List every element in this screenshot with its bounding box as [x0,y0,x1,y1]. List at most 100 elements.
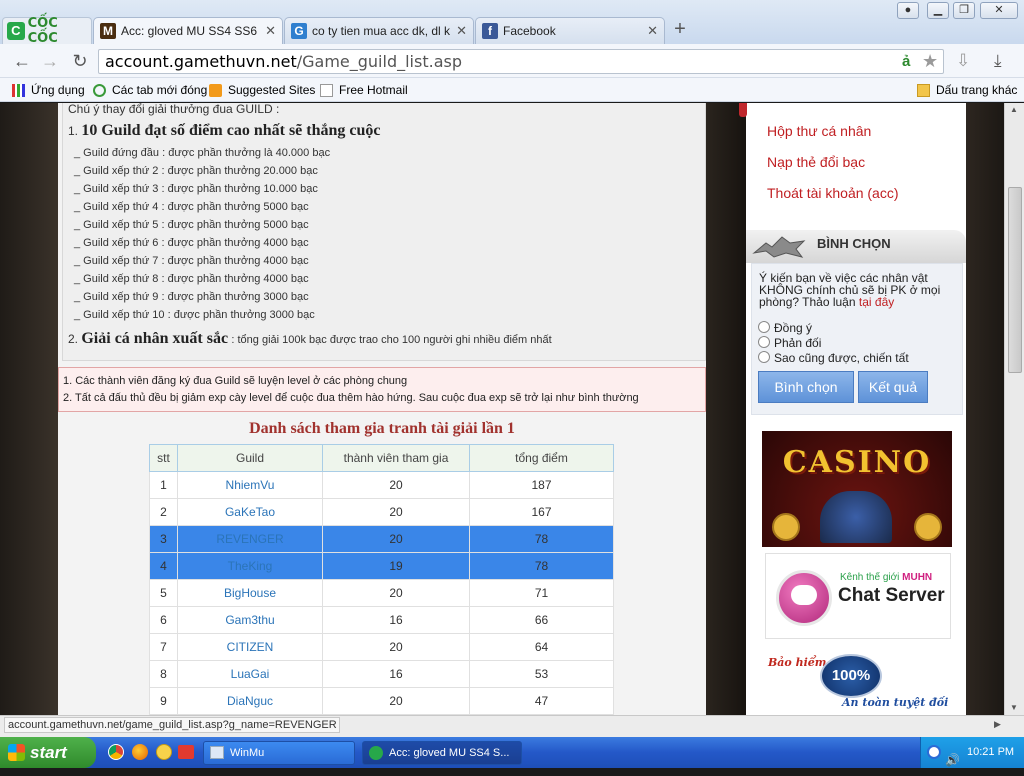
row-members: 16 [322,660,470,688]
scrollbar-thumb[interactable] [1008,187,1022,373]
right-background-gap [706,103,746,715]
volume-icon[interactable]: 🔊 [945,745,960,776]
status-url: account.gamethuvn.net/game_guild_list.as… [4,717,340,733]
vote-title: BÌNH CHỌN [817,236,891,251]
task-browser[interactable]: Acc: gloved MU SS4 S... [362,741,522,765]
radio-whatever[interactable] [758,351,770,363]
casino-banner[interactable]: CASINO [762,431,952,547]
coccoc-dictionary-icon[interactable]: ả [902,53,910,70]
new-tab-button[interactable]: + [669,19,691,41]
clock[interactable]: 10:21 PM [967,746,1014,758]
row-score: 53 [469,660,614,688]
bookmark-free-hotmail[interactable]: Free Hotmail [320,82,408,98]
row-stt: 8 [149,660,178,688]
chat-bubble-shape [791,585,817,605]
row-members: 20 [322,498,470,526]
row-guild-link[interactable]: Gam3thu [177,606,323,634]
row-score: 47 [469,687,614,715]
system-tray: 🔊 10:21 PM [920,737,1024,768]
bookmark-star-icon[interactable]: ★ [922,51,938,72]
table-row: 2 GaKeTao 20 167 [149,498,614,526]
insurance-banner[interactable]: Bảo hiểm độ 100% An toàn tuyệt đối [762,648,952,715]
row-score: 64 [469,633,614,661]
vertical-scrollbar[interactable]: ▲ ▼ [1004,103,1024,715]
tray-expand-icon[interactable] [927,745,941,759]
result-button[interactable]: Kết quả [858,371,928,403]
rule-number: 1. [68,124,79,138]
chat-bubble-icon [776,570,832,626]
save-page-icon[interactable]: ⇩ [956,51,970,71]
option-label: Đồng ý [774,321,813,335]
close-tab-icon[interactable]: ✕ [265,23,276,39]
download-icon[interactable]: ⤓ [994,51,1002,71]
firefox-quicklaunch-icon[interactable] [132,744,148,760]
task-label: Acc: gloved MU SS4 S... [389,747,510,759]
link-topup[interactable]: Nạp thẻ đổi bạc [767,154,865,170]
hscroll-right-icon[interactable]: ▶ [994,719,1001,730]
link-inbox[interactable]: Hộp thư cá nhân [767,123,871,139]
close-tab-icon[interactable]: ✕ [647,23,658,39]
link-logout[interactable]: Thoát tài khoản (acc) [767,185,899,201]
scroll-down-icon[interactable]: ▼ [1010,703,1018,712]
coccoc-logo-icon: C [7,22,25,40]
forward-arrow-icon[interactable]: → [38,50,62,72]
row-stt: 4 [149,552,178,580]
bookmark-label: Free Hotmail [339,83,408,97]
row-stt: 3 [149,525,178,553]
window-icon [210,746,224,759]
table-row: 3 REVENGER 20 78 [149,525,614,553]
chat-title: Chat Server [838,585,945,606]
row-guild-link[interactable]: TheKing [177,552,323,580]
tab-acc-gloved[interactable]: M Acc: gloved MU SS4 SS6 SS8 ✕ [93,17,283,44]
row-guild-link[interactable]: REVENGER [177,525,323,553]
row-guild-link[interactable]: DiaNguc [177,687,323,715]
start-button[interactable]: start [0,737,96,768]
radio-agree[interactable] [758,321,770,333]
scroll-up-icon[interactable]: ▲ [1010,105,1018,114]
reload-icon[interactable]: ↻ [68,50,92,72]
bookmark-suggested-sites[interactable]: Suggested Sites [209,82,315,98]
radio-disagree[interactable] [758,336,770,348]
close-window-icon[interactable]: ✕ [980,2,1018,19]
maximize-icon[interactable]: ❐ [953,2,975,19]
minimize-icon[interactable]: ▁ [927,2,949,19]
rule-title: 10 Guild đạt số điểm cao nhất sẽ thắng c… [81,122,381,139]
row-guild-link[interactable]: GaKeTao [177,498,323,526]
browser-logo[interactable]: C CỐC CỐC [2,16,92,46]
guild-table: stt Guild thành viên tham gia tổng điểm … [149,444,614,715]
row-guild-link[interactable]: BigHouse [177,579,323,607]
prize-line: _ Guild xếp thứ 4 : được phần thưởng 500… [74,201,309,213]
table-row: 4 TheKing 19 78 [149,552,614,580]
suggested-sites-icon [209,83,222,97]
vote-button[interactable]: Bình chọn [758,371,854,403]
bookmark-apps[interactable]: Ứng dụng [12,82,85,98]
vote-discuss-link[interactable]: tại đây [859,295,894,309]
bookmark-label: Dấu trang khác [936,83,1018,97]
casino-title: CASINO [782,445,932,480]
chrome-quicklaunch-icon[interactable] [108,744,124,760]
row-guild-link[interactable]: NhiemVu [177,471,323,499]
row-score: 66 [469,606,614,634]
table-row: 1 NhiemVu 20 187 [149,471,614,499]
row-score: 187 [469,471,614,499]
close-tab-icon[interactable]: ✕ [456,23,467,39]
app-quicklaunch-icon[interactable] [178,745,194,759]
row-stt: 6 [149,606,178,634]
tab-facebook[interactable]: f Facebook ✕ [475,17,665,44]
back-arrow-icon[interactable]: ← [10,50,34,72]
task-winmu[interactable]: WinMu [203,741,355,765]
address-bar[interactable]: account.gamethuvn.net/Game_guild_list.as… [98,49,944,74]
coin-stack-icon [772,513,800,541]
warning-line: 2. Tất cả đấu thủ đều bị giảm exp cày le… [63,392,639,404]
row-guild-link[interactable]: LuaGai [177,660,323,688]
messenger-quicklaunch-icon[interactable] [156,744,172,760]
row-guild-link[interactable]: CITIZEN [177,633,323,661]
user-profile-icon[interactable]: ● [897,2,919,19]
chat-server-banner[interactable]: Kênh thế giới MUHN Chat Server [765,553,951,639]
tab-label: Acc: gloved MU SS4 SS6 SS8 [121,24,259,38]
tab-co-ty-tien[interactable]: G co ty tien mua acc dk, dl khoa ✕ [284,17,474,44]
rules-intro: Chú ý thay đổi giải thưởng đua GUILD : [68,103,280,116]
bookmark-recent-tabs[interactable]: Các tab mới đóng [93,82,207,98]
row-stt: 9 [149,687,178,715]
other-bookmarks[interactable]: Dấu trang khác [917,82,1017,98]
